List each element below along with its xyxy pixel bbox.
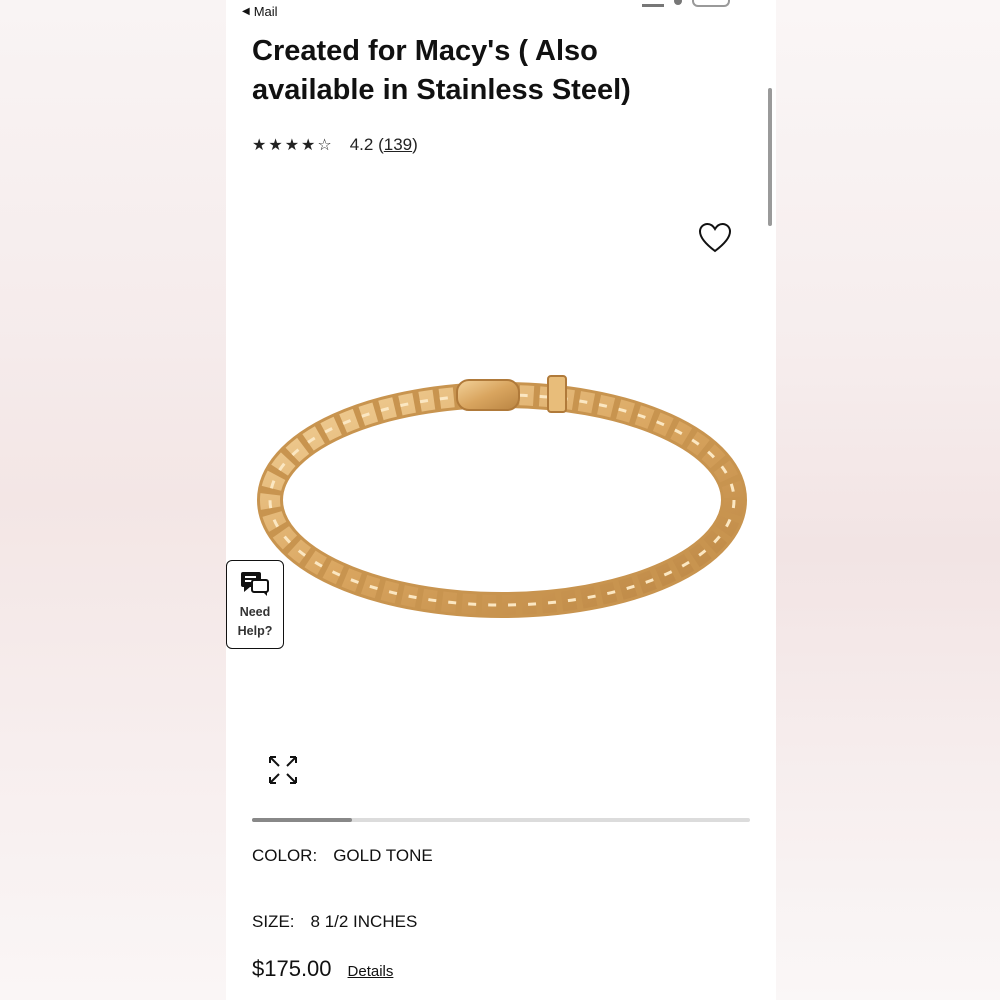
need-help-button[interactable]: Need Help? bbox=[226, 560, 284, 649]
rating-value: 4.2 bbox=[349, 135, 374, 154]
details-link[interactable]: Details bbox=[348, 963, 394, 980]
need-help-label: Need Help? bbox=[237, 605, 273, 638]
back-arrow-icon: ◀ bbox=[242, 6, 250, 17]
price: $175.00 bbox=[252, 956, 332, 981]
gallery-progress-fill bbox=[252, 818, 352, 822]
signal-icon bbox=[642, 0, 664, 7]
page-scrollbar[interactable] bbox=[768, 88, 772, 226]
rating-count-link[interactable]: 139 bbox=[384, 135, 412, 155]
background-blur-left bbox=[0, 0, 226, 1000]
color-selector[interactable]: COLOR: GOLD TONE bbox=[252, 846, 433, 866]
size-label: SIZE: bbox=[252, 912, 295, 931]
heart-icon[interactable] bbox=[698, 222, 732, 254]
size-value: 8 1/2 INCHES bbox=[310, 912, 418, 931]
gallery-progress-bar bbox=[252, 818, 750, 822]
background-blur-right bbox=[776, 0, 1000, 1000]
back-label: Mail bbox=[253, 4, 278, 19]
color-label: COLOR: bbox=[252, 846, 318, 865]
price-row: $175.00 Details bbox=[252, 956, 393, 982]
back-to-mail-link[interactable]: ◀ Mail bbox=[242, 4, 278, 19]
rating-stars-icon: ★★★★☆ bbox=[252, 137, 334, 154]
color-value: GOLD TONE bbox=[333, 846, 433, 865]
expand-icon[interactable] bbox=[268, 755, 298, 785]
phone-screen: ◀ Mail Created for Macy's ( Also availab… bbox=[226, 0, 776, 1000]
battery-icon bbox=[692, 0, 730, 7]
status-bar-icons bbox=[642, 0, 730, 7]
wifi-icon bbox=[674, 0, 682, 5]
chat-bubbles-icon bbox=[241, 572, 269, 596]
product-rating[interactable]: ★★★★☆ 4.2 (139) bbox=[252, 135, 418, 155]
product-image-bracelet[interactable] bbox=[252, 360, 752, 640]
product-title: Created for Macy's ( Also available in S… bbox=[252, 35, 631, 106]
size-selector[interactable]: SIZE: 8 1/2 INCHES bbox=[252, 912, 417, 932]
